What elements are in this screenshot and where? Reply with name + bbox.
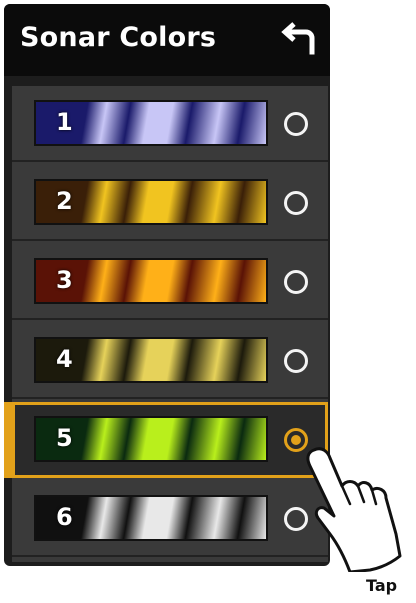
palette-option-6[interactable]: 6 — [12, 481, 328, 557]
palette-swatch: 3 — [34, 258, 268, 304]
palette-list: 1 2 3 4 5 6 — [4, 86, 328, 562]
radio-button[interactable] — [284, 270, 308, 294]
radio-button[interactable] — [284, 112, 308, 136]
palette-swatch: 2 — [34, 179, 268, 225]
page-title: Sonar Colors — [20, 22, 217, 53]
palette-option-1[interactable]: 1 — [12, 86, 328, 162]
palette-number: 6 — [56, 503, 73, 531]
back-button[interactable] — [280, 22, 320, 58]
palette-number: 4 — [56, 345, 73, 373]
sonar-colors-panel: Sonar Colors 1 2 3 4 5 6 — [4, 4, 330, 566]
radio-button[interactable] — [284, 349, 308, 373]
palette-option-5[interactable]: 5 — [4, 402, 328, 478]
tap-label: Tap — [366, 576, 398, 595]
palette-number: 1 — [56, 108, 73, 136]
palette-option-2[interactable]: 2 — [12, 165, 328, 241]
palette-swatch: 5 — [34, 416, 268, 462]
palette-swatch: 4 — [34, 337, 268, 383]
header-bar: Sonar Colors — [4, 4, 330, 76]
palette-swatch: 6 — [34, 495, 268, 541]
palette-number: 3 — [56, 266, 73, 294]
radio-button[interactable] — [284, 191, 308, 215]
palette-option-3[interactable]: 3 — [12, 244, 328, 320]
palette-number: 2 — [56, 187, 73, 215]
palette-option-4[interactable]: 4 — [12, 323, 328, 399]
palette-swatch: 1 — [34, 100, 268, 146]
back-arrow-icon — [281, 22, 315, 55]
tap-hand-icon — [306, 447, 402, 572]
palette-number: 5 — [56, 424, 73, 452]
